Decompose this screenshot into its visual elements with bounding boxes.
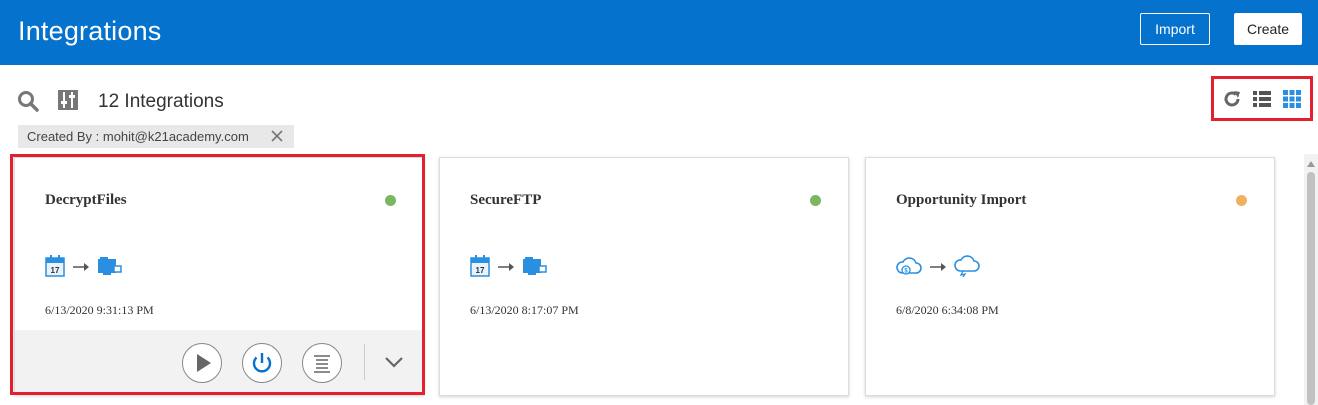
calendar-icon: 17 (45, 254, 65, 282)
integration-flow: 17 (470, 254, 548, 282)
scrollbar[interactable] (1304, 154, 1318, 405)
calendar-icon: 17 (470, 254, 490, 282)
filter-chip: Created By : mohit@k21academy.com (18, 125, 294, 148)
scroll-thumb[interactable] (1307, 172, 1315, 405)
power-icon[interactable] (242, 343, 282, 383)
integration-card[interactable]: Opportunity Import $ 6/8/2020 6:34:08 PM (865, 157, 1275, 396)
card-title[interactable]: DecryptFiles (45, 192, 127, 209)
status-dot (1236, 195, 1247, 206)
page-title: Integrations (18, 16, 162, 46)
create-button[interactable]: Create (1234, 13, 1302, 45)
status-dot (385, 195, 396, 206)
cloud-icon (954, 254, 980, 282)
integration-flow: 17 (45, 254, 123, 282)
run-icon[interactable] (182, 343, 222, 383)
cloud-service-icon: $ (896, 255, 922, 282)
integration-flow: $ (896, 254, 980, 282)
arrow-right-icon (73, 259, 89, 277)
search-icon[interactable] (17, 90, 39, 112)
integration-card[interactable]: DecryptFiles 17 6/13/2020 9:31:13 PM (14, 157, 424, 395)
integration-count: 12 Integrations (98, 91, 224, 112)
card-title[interactable]: SecureFTP (470, 192, 541, 209)
action-divider (364, 344, 365, 380)
close-icon[interactable] (270, 129, 284, 143)
ftp-adapter-icon (522, 255, 548, 282)
card-action-bar (15, 330, 423, 394)
calendar-day: 17 (51, 266, 60, 275)
menu-list-icon[interactable] (302, 343, 342, 383)
refresh-icon[interactable] (1222, 89, 1242, 109)
scroll-up-icon[interactable] (1307, 156, 1315, 167)
list-view-icon[interactable] (1253, 90, 1271, 108)
last-updated-date: 6/13/2020 8:17:07 PM (470, 303, 579, 317)
ftp-adapter-icon (97, 255, 123, 282)
integration-card[interactable]: SecureFTP 17 6/13/2020 8:17:07 PM (439, 157, 849, 396)
arrow-right-icon (498, 259, 514, 277)
chevron-down-icon[interactable] (383, 352, 405, 372)
filter-settings-icon[interactable] (57, 89, 79, 111)
card-title[interactable]: Opportunity Import (896, 192, 1026, 209)
grid-view-icon[interactable] (1283, 90, 1301, 108)
status-dot (810, 195, 821, 206)
calendar-day: 17 (476, 266, 485, 275)
filter-chip-label: Created By : mohit@k21academy.com (27, 129, 249, 144)
last-updated-date: 6/8/2020 6:34:08 PM (896, 303, 999, 317)
last-updated-date: 6/13/2020 9:31:13 PM (45, 303, 154, 317)
import-button[interactable]: Import (1140, 13, 1210, 45)
arrow-right-icon (930, 259, 946, 277)
page-header: Integrations Import Create (0, 0, 1318, 65)
